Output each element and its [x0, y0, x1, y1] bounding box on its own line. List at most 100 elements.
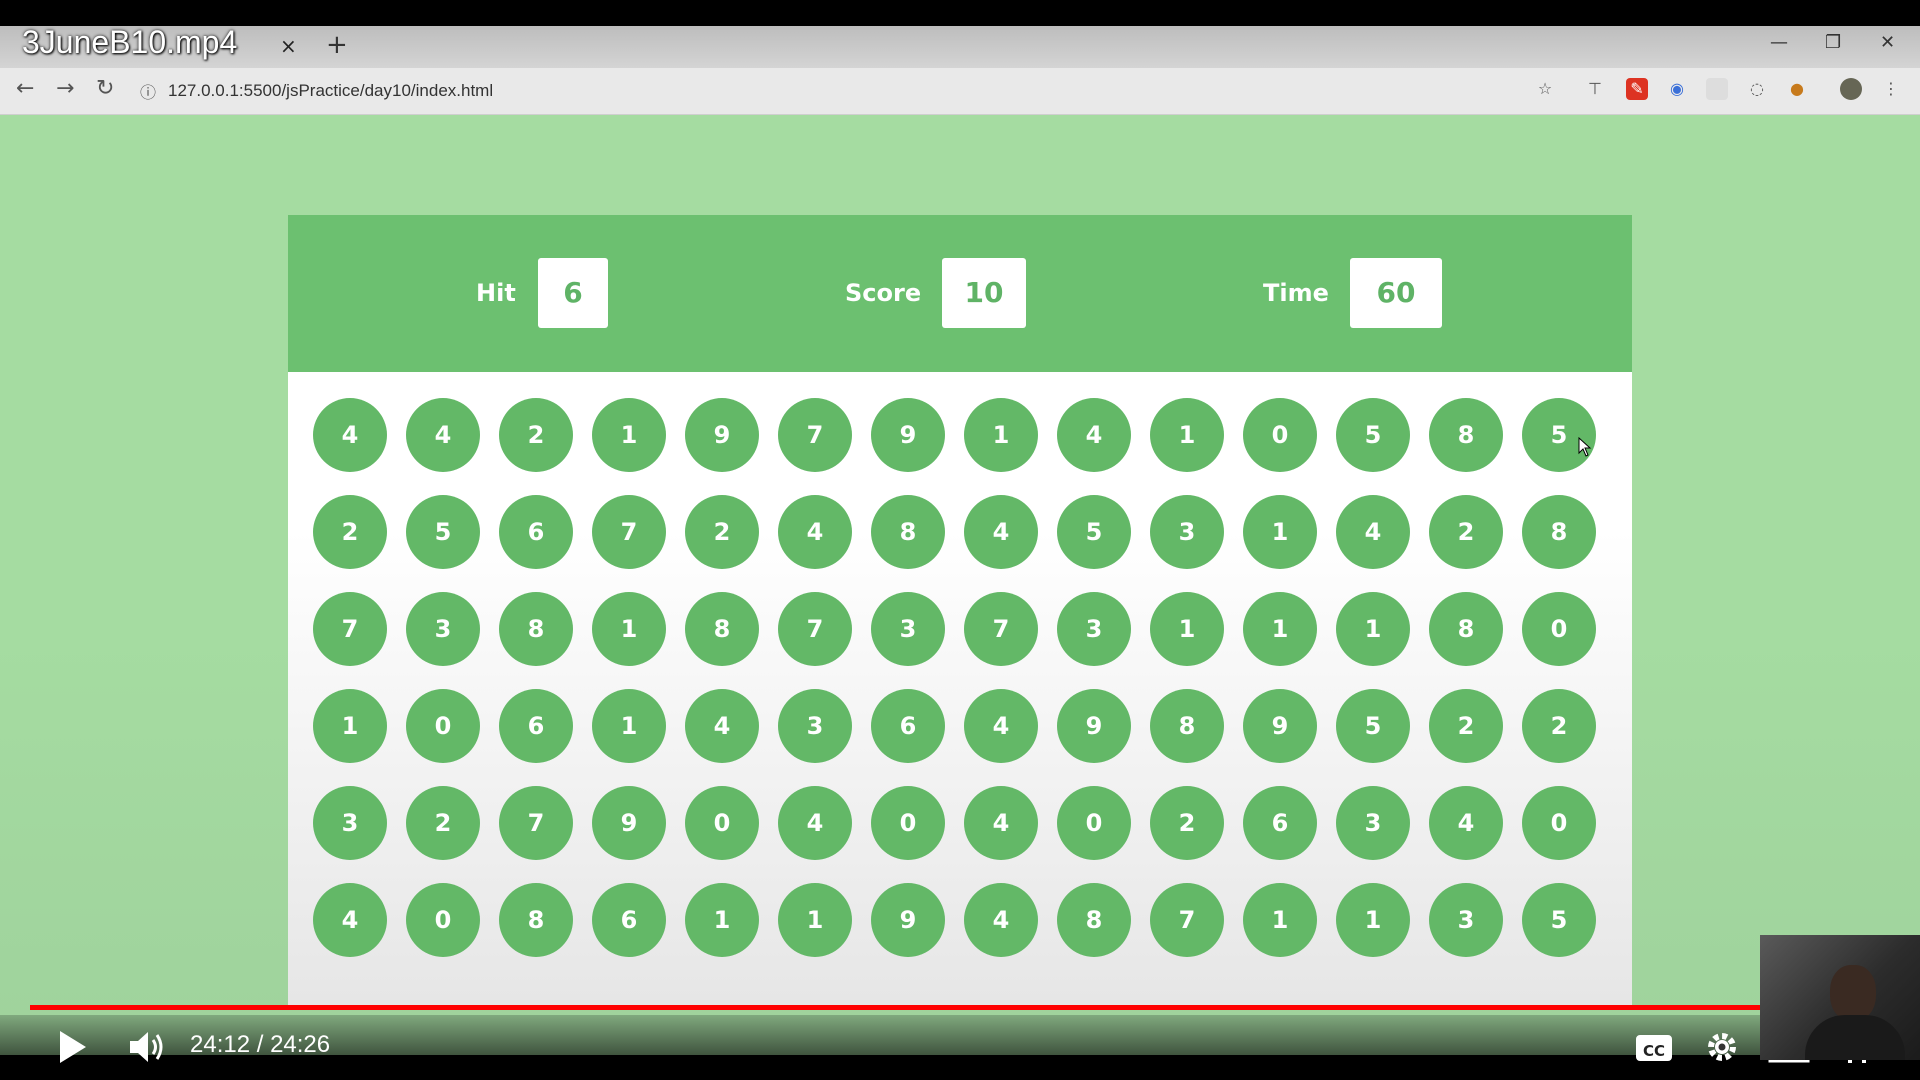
address-bar[interactable]: ⓘ 127.0.0.1:5500/jsPractice/day10/index.… [140, 74, 1550, 108]
bubble[interactable]: 3 [1150, 495, 1224, 569]
play-icon[interactable] [58, 1029, 88, 1065]
close-tab-icon[interactable]: × [280, 34, 297, 58]
bubble[interactable]: 3 [406, 592, 480, 666]
bubble[interactable]: 1 [964, 398, 1038, 472]
extension-icon[interactable]: ✎ [1626, 78, 1648, 100]
bubble[interactable]: 6 [592, 883, 666, 957]
bubble[interactable]: 4 [1057, 398, 1131, 472]
bubble[interactable]: 7 [778, 398, 852, 472]
bubble[interactable]: 2 [1429, 495, 1503, 569]
bookmark-star-icon[interactable]: ☆ [1534, 78, 1556, 100]
settings-icon[interactable] [1706, 1031, 1738, 1063]
bubble[interactable]: 2 [1522, 689, 1596, 763]
bubble[interactable]: 8 [499, 883, 573, 957]
video-progress-bar[interactable] [30, 1005, 1890, 1010]
bubble[interactable]: 8 [1429, 592, 1503, 666]
bubble[interactable]: 3 [313, 786, 387, 860]
bubble[interactable]: 2 [313, 495, 387, 569]
new-tab-icon[interactable]: + [326, 30, 348, 60]
bubble[interactable]: 2 [406, 786, 480, 860]
bubble[interactable]: 1 [1150, 592, 1224, 666]
reload-icon[interactable]: ↻ [96, 76, 114, 101]
bubble[interactable]: 6 [499, 689, 573, 763]
bubble[interactable]: 7 [313, 592, 387, 666]
bubble[interactable]: 2 [499, 398, 573, 472]
bubble[interactable]: 2 [1150, 786, 1224, 860]
menu-kebab-icon[interactable]: ⋮ [1880, 78, 1902, 100]
bubble[interactable]: 0 [1057, 786, 1131, 860]
bubble[interactable]: 3 [1429, 883, 1503, 957]
bubble[interactable]: 1 [1243, 495, 1317, 569]
bubble[interactable]: 4 [313, 883, 387, 957]
minimize-icon[interactable]: — [1770, 32, 1788, 53]
bubble[interactable]: 4 [313, 398, 387, 472]
bubble[interactable]: 9 [871, 883, 945, 957]
bubble[interactable]: 0 [1522, 592, 1596, 666]
bubble[interactable]: 9 [1243, 689, 1317, 763]
bubble[interactable]: 7 [499, 786, 573, 860]
bubble[interactable]: 1 [1243, 883, 1317, 957]
cookie-extension-icon[interactable]: ● [1786, 78, 1808, 100]
bubble[interactable]: 3 [778, 689, 852, 763]
bubble[interactable]: 5 [1336, 689, 1410, 763]
bubble[interactable]: 7 [1150, 883, 1224, 957]
back-icon[interactable]: ← [16, 76, 34, 101]
forward-icon[interactable]: → [56, 76, 74, 101]
bubble[interactable]: 0 [1243, 398, 1317, 472]
bubble[interactable]: 8 [1429, 398, 1503, 472]
bubble[interactable]: 5 [1336, 398, 1410, 472]
bubble[interactable]: 7 [778, 592, 852, 666]
bubble[interactable]: 0 [406, 689, 480, 763]
bubble[interactable]: 7 [592, 495, 666, 569]
extension-icon[interactable] [1706, 78, 1728, 100]
bubble[interactable]: 4 [964, 495, 1038, 569]
bubble[interactable]: 8 [1150, 689, 1224, 763]
bubble[interactable]: 2 [685, 495, 759, 569]
bubble[interactable]: 0 [1522, 786, 1596, 860]
bubble[interactable]: 0 [685, 786, 759, 860]
bubble[interactable]: 6 [871, 689, 945, 763]
bubble[interactable]: 0 [406, 883, 480, 957]
bubble[interactable]: 4 [1429, 786, 1503, 860]
restore-icon[interactable]: ❐ [1825, 32, 1841, 53]
tab-video[interactable]: 3JuneB10.mp4 × [0, 24, 310, 68]
bubble[interactable]: 4 [685, 689, 759, 763]
bubble[interactable]: 7 [964, 592, 1038, 666]
site-info-icon[interactable]: ⓘ [140, 79, 156, 103]
bubble[interactable]: 1 [1150, 398, 1224, 472]
bubble[interactable]: 3 [871, 592, 945, 666]
close-window-icon[interactable]: ✕ [1880, 32, 1895, 53]
bubble[interactable]: 1 [685, 883, 759, 957]
bubble[interactable]: 6 [499, 495, 573, 569]
bubble[interactable]: 3 [1057, 592, 1131, 666]
bubble[interactable]: 9 [871, 398, 945, 472]
bubble[interactable]: 1 [1336, 592, 1410, 666]
cc-icon[interactable]: CC [1636, 1035, 1672, 1061]
bubble[interactable]: 9 [592, 786, 666, 860]
bubble[interactable]: 8 [685, 592, 759, 666]
bubble[interactable]: 4 [964, 689, 1038, 763]
bubble[interactable]: 9 [685, 398, 759, 472]
volume-icon[interactable] [128, 1029, 168, 1065]
bubble[interactable]: 4 [964, 786, 1038, 860]
bubble[interactable]: 1 [313, 689, 387, 763]
bubble[interactable]: 1 [592, 398, 666, 472]
bubble[interactable]: 5 [1522, 883, 1596, 957]
extension-icon[interactable]: ◉ [1666, 78, 1688, 100]
bubble[interactable]: 4 [778, 786, 852, 860]
bubble[interactable]: 1 [592, 592, 666, 666]
bubble[interactable]: 5 [1057, 495, 1131, 569]
bubble[interactable]: 4 [778, 495, 852, 569]
bubble[interactable]: 4 [964, 883, 1038, 957]
bubble[interactable]: 9 [1057, 689, 1131, 763]
bubble[interactable]: 5 [406, 495, 480, 569]
bubble[interactable]: 8 [499, 592, 573, 666]
bubble[interactable]: 1 [1336, 883, 1410, 957]
bubble[interactable]: 4 [406, 398, 480, 472]
extension-icon[interactable]: ◌ [1746, 78, 1768, 100]
bubble[interactable]: 2 [1429, 689, 1503, 763]
extension-icon[interactable]: ⊤ [1584, 78, 1606, 100]
profile-avatar[interactable] [1840, 78, 1862, 100]
bubble[interactable]: 8 [1057, 883, 1131, 957]
bubble[interactable]: 6 [1243, 786, 1317, 860]
